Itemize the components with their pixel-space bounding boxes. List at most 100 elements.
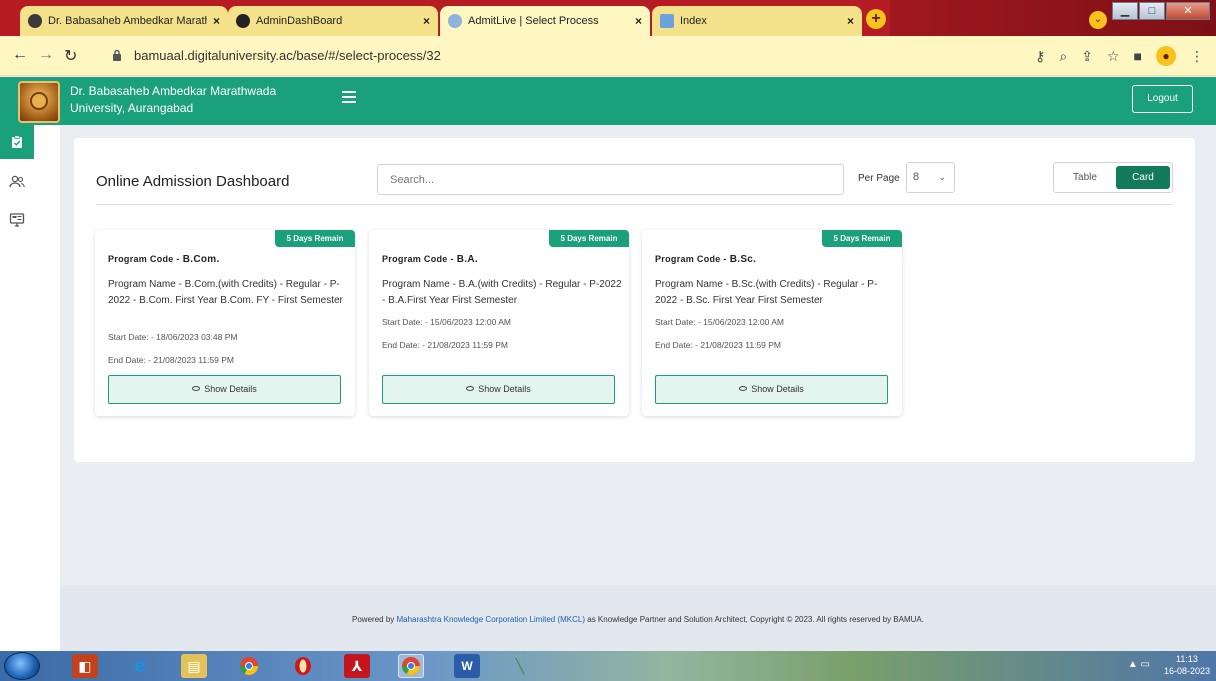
university-logo xyxy=(18,81,60,123)
clock[interactable]: 11:13 16-08-2023 xyxy=(1164,653,1210,677)
search-input[interactable] xyxy=(377,164,844,195)
lock-icon xyxy=(113,49,121,61)
url-text[interactable]: bamuaal.digitaluniversity.ac/base/#/sele… xyxy=(134,48,441,63)
table-view-button[interactable]: Table xyxy=(1054,163,1116,192)
end-date: End Date: - 21/08/2023 11:59 PM xyxy=(655,340,782,350)
sidebar-item-users[interactable] xyxy=(0,165,34,199)
internet-explorer-icon[interactable]: e xyxy=(127,654,153,678)
sidepanel-icon[interactable]: ■ xyxy=(1134,48,1142,64)
tab-search-chevron-icon[interactable]: ⌄ xyxy=(1089,11,1107,29)
profile-avatar-icon[interactable]: ● xyxy=(1156,46,1176,66)
show-details-button[interactable]: Show Details xyxy=(108,375,341,404)
minimize-icon[interactable]: ▁ xyxy=(1112,2,1138,20)
per-page-value: 8 xyxy=(913,171,920,183)
users-icon xyxy=(9,175,25,188)
chrome-icon[interactable] xyxy=(236,654,262,678)
program-card: 5 Days Remain Program Code - B.Com. Progr… xyxy=(95,230,355,416)
share-icon[interactable]: ⇪ xyxy=(1081,48,1093,65)
pen-tool-icon[interactable]: ╲ xyxy=(507,654,533,678)
eye-icon xyxy=(192,386,201,392)
close-window-icon[interactable]: ✕ xyxy=(1166,2,1210,20)
clipboard-check-icon xyxy=(12,135,22,148)
new-tab-button[interactable]: + xyxy=(866,9,886,29)
tab-close-icon[interactable]: × xyxy=(847,14,854,28)
header-divider xyxy=(96,204,1173,205)
system-tray-icons[interactable]: ▲ ▭ xyxy=(1128,659,1150,670)
star-icon[interactable]: ☆ xyxy=(1107,48,1120,65)
end-date: End Date: - 21/08/2023 11:59 PM xyxy=(108,355,235,365)
hamburger-menu-icon[interactable] xyxy=(342,91,356,105)
days-remain-badge: 5 Days Remain xyxy=(275,230,355,247)
logo-emblem xyxy=(30,92,48,110)
main-content: Online Admission Dashboard Per Page 8 ⌄ … xyxy=(60,125,1216,651)
omnibox[interactable]: bamuaal.digitaluniversity.ac/base/#/sele… xyxy=(104,42,1204,70)
program-code-value: B.A. xyxy=(456,254,478,265)
file-explorer-icon[interactable]: ▤ xyxy=(181,654,207,678)
show-details-label: Show Details xyxy=(751,384,804,394)
window-controls: ▁ □ ✕ xyxy=(1111,2,1210,20)
sidebar-item-admission[interactable] xyxy=(0,125,34,159)
show-details-label: Show Details xyxy=(478,384,531,394)
maximize-icon[interactable]: □ xyxy=(1139,2,1165,20)
eye-icon xyxy=(739,386,748,392)
start-date: Start Date: - 18/06/2023 03:48 PM xyxy=(108,332,238,342)
footer-suffix: as Knowledge Partner and Solution Archit… xyxy=(585,615,924,624)
per-page-label: Per Page xyxy=(858,173,900,184)
key-icon[interactable]: ⚷ xyxy=(1035,48,1045,65)
windows-taskbar: ◧ e ▤ ⅄ W ╲ ▲ ▭ 11:13 16-08-2023 xyxy=(0,651,1216,681)
program-code-value: B.Com. xyxy=(182,254,220,265)
show-details-button[interactable]: Show Details xyxy=(382,375,615,404)
logout-button[interactable]: Logout xyxy=(1132,85,1193,113)
university-name: Dr. Babasaheb Ambedkar Marathwada Univer… xyxy=(70,84,277,115)
opera-icon[interactable] xyxy=(290,654,316,678)
page-footer: Powered by Maharashtra Knowledge Corpora… xyxy=(60,585,1216,651)
tab-close-icon[interactable]: × xyxy=(423,14,430,28)
card-view-button[interactable]: Card xyxy=(1116,166,1170,189)
sidebar-item-monitor[interactable] xyxy=(0,203,34,237)
tab-close-icon[interactable]: × xyxy=(635,14,642,28)
mkcl-link[interactable]: Maharashtra Knowledge Corporation Limite… xyxy=(396,615,585,624)
address-bar: ← → ↻ bamuaal.digitaluniversity.ac/base/… xyxy=(0,36,1216,76)
back-arrow-icon[interactable]: ← xyxy=(12,46,28,64)
clock-time: 11:13 xyxy=(1176,654,1198,664)
forward-arrow-icon[interactable]: → xyxy=(38,46,54,64)
menu-kebab-icon[interactable]: ⋮ xyxy=(1190,48,1204,65)
browser-tab-strip: Dr. Babasaheb Ambedkar Marath × AdminDas… xyxy=(0,0,1216,36)
program-code-label: Program Code - xyxy=(382,254,454,264)
globe-icon xyxy=(28,14,42,28)
program-code-label: Program Code - xyxy=(108,254,180,264)
eye-icon xyxy=(466,386,475,392)
omnibox-actions: ⚷ ⌕ ⇪ ☆ ■ ● ⋮ xyxy=(1035,46,1204,66)
start-date: Start Date: - 15/06/2023 12:00 AM xyxy=(382,317,511,327)
program-code-value: B.Sc. xyxy=(729,254,757,265)
program-card: 5 Days Remain Program Code - B.A. Program… xyxy=(369,230,629,416)
footer-prefix: Powered by xyxy=(352,615,397,624)
show-details-button[interactable]: Show Details xyxy=(655,375,888,404)
start-button-icon[interactable] xyxy=(4,652,40,680)
word-icon[interactable]: W xyxy=(454,654,480,678)
per-page-select[interactable]: 8 ⌄ xyxy=(906,162,955,193)
start-date: Start Date: - 15/06/2023 12:00 AM xyxy=(655,317,784,327)
reload-icon[interactable]: ↻ xyxy=(64,46,77,66)
end-date: End Date: - 21/08/2023 11:59 PM xyxy=(382,340,509,350)
program-code: Program Code - B.Com. xyxy=(108,254,220,265)
view-toggle: Table Card xyxy=(1053,162,1173,193)
monitor-icon xyxy=(9,213,25,227)
browser-tab-select-process[interactable]: AdmitLive | Select Process × xyxy=(440,6,650,36)
browser-tab-index[interactable]: Index × xyxy=(652,6,862,36)
browser-tab-bamu[interactable]: Dr. Babasaheb Ambedkar Marath × xyxy=(20,6,228,36)
tab-close-icon[interactable]: × xyxy=(213,14,220,28)
app-header: Dr. Babasaheb Ambedkar Marathwada Univer… xyxy=(0,77,1216,125)
sidebar-rail xyxy=(0,125,60,651)
zoom-icon[interactable]: ⌕ xyxy=(1059,48,1067,65)
browser-tab-admin-dashboard[interactable]: AdminDashBoard × xyxy=(228,6,438,36)
program-name: Program Name - B.Com.(with Credits) - Re… xyxy=(108,279,343,306)
chevron-down-icon: ⌄ xyxy=(938,172,946,182)
chrome-active-icon[interactable] xyxy=(398,654,424,678)
program-code-label: Program Code - xyxy=(655,254,727,264)
program-name: Program Name - B.A.(with Credits) - Regu… xyxy=(382,279,622,306)
dashboard-panel: Online Admission Dashboard Per Page 8 ⌄ … xyxy=(74,138,1195,462)
acrobat-icon[interactable]: ⅄ xyxy=(344,654,370,678)
days-remain-badge: 5 Days Remain xyxy=(822,230,902,247)
office-icon[interactable]: ◧ xyxy=(72,654,98,678)
